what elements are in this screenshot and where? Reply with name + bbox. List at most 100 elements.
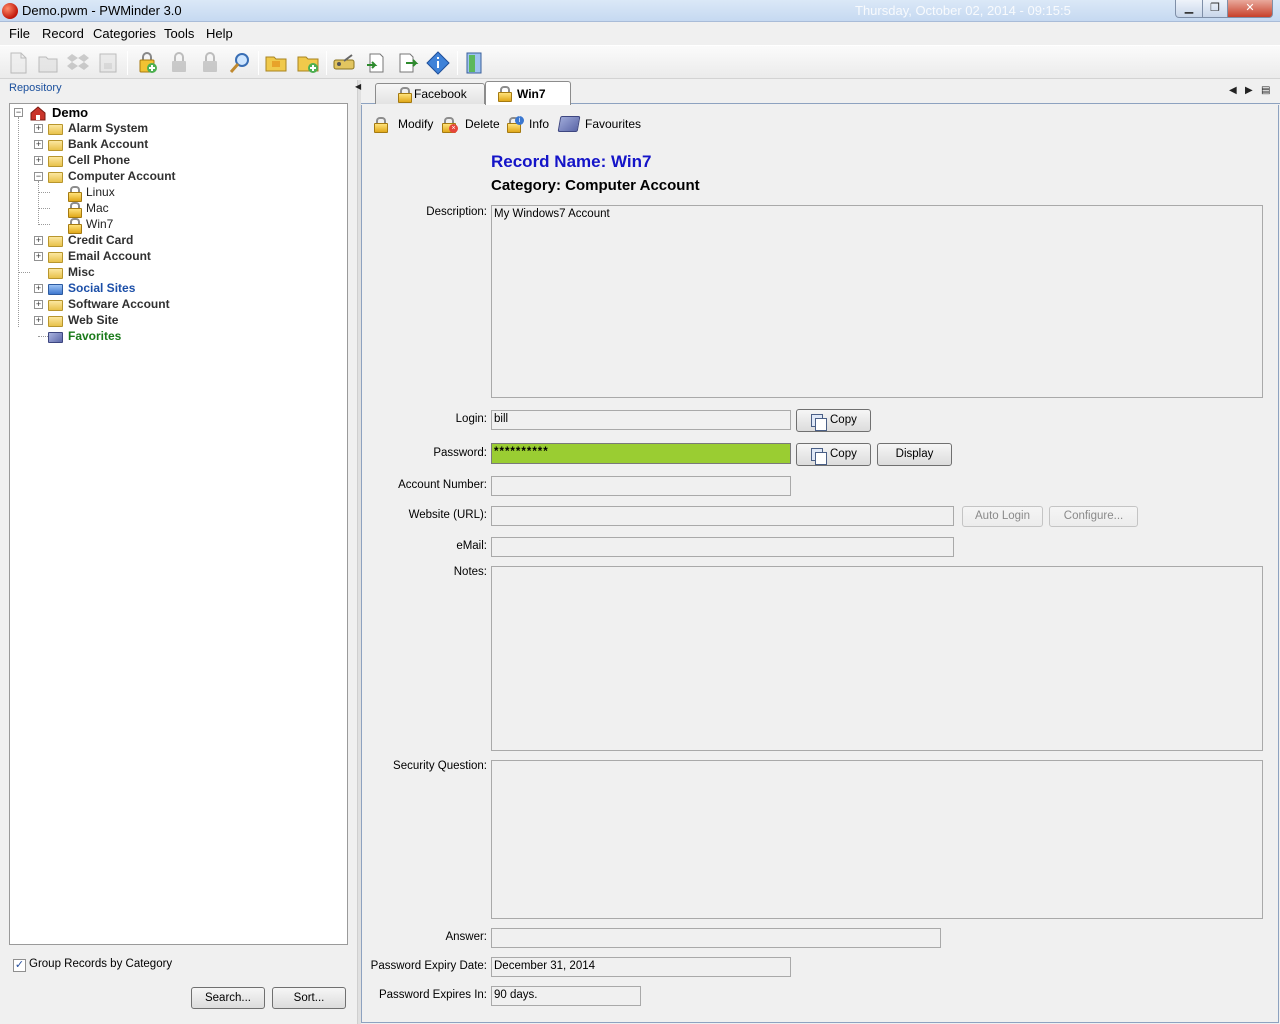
- security-question-field[interactable]: [491, 760, 1263, 919]
- tree-item-social-sites[interactable]: + Social Sites: [32, 281, 332, 297]
- tree-item-software-account[interactable]: + Software Account: [32, 297, 332, 313]
- tree-record-linux[interactable]: Linux: [68, 185, 328, 202]
- repository-tree[interactable]: − Demo + Alarm System + Bank Account + C…: [9, 103, 348, 945]
- lock-icon: [68, 218, 82, 234]
- delete-button[interactable]: × Delete: [440, 114, 500, 136]
- add-folder-icon[interactable]: [296, 51, 320, 75]
- info-button[interactable]: i Info: [505, 114, 553, 136]
- new-file-icon[interactable]: [6, 51, 30, 75]
- export-icon[interactable]: [395, 51, 419, 75]
- expand-icon[interactable]: +: [34, 236, 43, 245]
- toolbar-separator: [457, 51, 458, 75]
- info-label: Info: [529, 117, 550, 131]
- account-number-field[interactable]: [491, 476, 791, 496]
- menu-categories[interactable]: Categories: [93, 26, 156, 41]
- tree-item-web-site[interactable]: + Web Site: [32, 313, 332, 329]
- dropbox-icon[interactable]: [66, 51, 90, 75]
- repository-label: Repository: [9, 82, 62, 94]
- tree-guide: [18, 272, 30, 273]
- expand-icon[interactable]: +: [34, 284, 43, 293]
- expand-icon[interactable]: +: [34, 140, 43, 149]
- configure-button[interactable]: Configure...: [1049, 506, 1138, 527]
- expand-icon[interactable]: +: [34, 300, 43, 309]
- collapse-icon[interactable]: −: [34, 172, 43, 181]
- menu-help[interactable]: Help: [206, 26, 233, 41]
- import-icon[interactable]: [364, 51, 388, 75]
- expand-icon[interactable]: +: [34, 124, 43, 133]
- answer-field[interactable]: [491, 928, 941, 948]
- tree-item-label: Computer Account: [68, 169, 176, 183]
- folder-open-icon: [48, 172, 63, 183]
- email-label: eMail:: [456, 540, 487, 552]
- group-by-category-checkbox[interactable]: ✓: [13, 959, 26, 972]
- expand-icon[interactable]: +: [34, 252, 43, 261]
- website-field[interactable]: [491, 506, 954, 526]
- tree-item-label: Social Sites: [68, 281, 136, 295]
- close-button[interactable]: ✕: [1227, 0, 1273, 18]
- menu-record[interactable]: Record: [42, 26, 84, 41]
- search-icon[interactable]: [228, 51, 252, 75]
- tab-label: Win7: [517, 87, 546, 101]
- clock-display: Thursday, October 02, 2014 - 09:15:5: [855, 3, 1071, 18]
- favourites-label: Favourites: [585, 117, 642, 131]
- copy-login-button[interactable]: Copy: [796, 409, 871, 432]
- copy-password-button[interactable]: Copy: [796, 443, 871, 466]
- tab-next-icon[interactable]: ▶: [1245, 85, 1253, 96]
- tab-win7[interactable]: Win7: [485, 81, 571, 105]
- auto-login-button[interactable]: Auto Login: [962, 506, 1043, 527]
- modify-button[interactable]: Modify: [372, 114, 436, 136]
- tab-prev-icon[interactable]: ◀: [1229, 85, 1237, 96]
- add-record-icon[interactable]: [135, 51, 159, 75]
- expiry-date-field[interactable]: December 31, 2014: [491, 957, 791, 977]
- lock-icon[interactable]: [198, 51, 222, 75]
- maximize-button[interactable]: ❐: [1202, 0, 1228, 18]
- exit-icon[interactable]: [463, 51, 487, 75]
- tree-item-credit-card[interactable]: + Credit Card: [32, 233, 332, 249]
- save-file-icon[interactable]: [96, 51, 120, 75]
- tree-item-misc[interactable]: Misc: [32, 265, 332, 281]
- menu-tools[interactable]: Tools: [164, 26, 194, 41]
- lock-icon: [398, 87, 412, 103]
- expand-icon[interactable]: +: [34, 316, 43, 325]
- tree-item-favorites[interactable]: Favorites: [32, 329, 332, 345]
- folder-icon[interactable]: [264, 51, 288, 75]
- open-file-icon[interactable]: [36, 51, 60, 75]
- tree-record-label: Win7: [86, 217, 114, 231]
- tree-item-bank-account[interactable]: + Bank Account: [32, 137, 332, 153]
- info-badge-icon: i: [515, 116, 524, 125]
- email-field[interactable]: [491, 537, 954, 557]
- expand-icon[interactable]: +: [34, 156, 43, 165]
- tree-item-label: Cell Phone: [68, 153, 131, 167]
- password-generator-icon[interactable]: [332, 51, 356, 75]
- tab-list-icon[interactable]: ▤: [1261, 85, 1270, 96]
- tree-root-demo[interactable]: − Demo: [12, 105, 342, 121]
- menu-file[interactable]: File: [9, 26, 30, 41]
- minimize-button[interactable]: ▁: [1175, 0, 1203, 18]
- app-icon: [2, 3, 18, 19]
- lock-icon[interactable]: [167, 51, 191, 75]
- tree-item-alarm-system[interactable]: + Alarm System: [32, 121, 332, 137]
- display-password-button[interactable]: Display: [877, 443, 952, 466]
- lock-icon: [68, 186, 82, 202]
- password-field[interactable]: **********: [491, 443, 791, 464]
- folder-icon: [48, 156, 63, 167]
- login-field[interactable]: bill: [491, 410, 791, 430]
- tab-facebook[interactable]: Facebook: [375, 83, 485, 104]
- tree-item-label: Credit Card: [68, 233, 134, 247]
- close-icon: ✕: [1245, 2, 1255, 14]
- copy-icon: [811, 448, 827, 465]
- description-field[interactable]: My Windows7 Account: [491, 205, 1263, 398]
- tree-item-computer-account[interactable]: − Computer Account: [32, 169, 332, 185]
- expires-in-label: Password Expires In:: [378, 989, 487, 1001]
- collapse-icon[interactable]: −: [14, 108, 23, 117]
- tree-item-cell-phone[interactable]: + Cell Phone: [32, 153, 332, 169]
- about-icon[interactable]: [426, 51, 450, 75]
- tree-item-label: Software Account: [68, 297, 170, 311]
- group-by-category-label: Group Records by Category: [29, 958, 173, 970]
- notes-field[interactable]: [491, 566, 1263, 751]
- favourites-button[interactable]: Favourites: [557, 114, 642, 136]
- tree-item-email-account[interactable]: + Email Account: [32, 249, 332, 265]
- toolbar-separator: [127, 51, 128, 75]
- search-button[interactable]: Search...: [191, 987, 265, 1009]
- tree-record-win7[interactable]: Win7: [68, 217, 328, 234]
